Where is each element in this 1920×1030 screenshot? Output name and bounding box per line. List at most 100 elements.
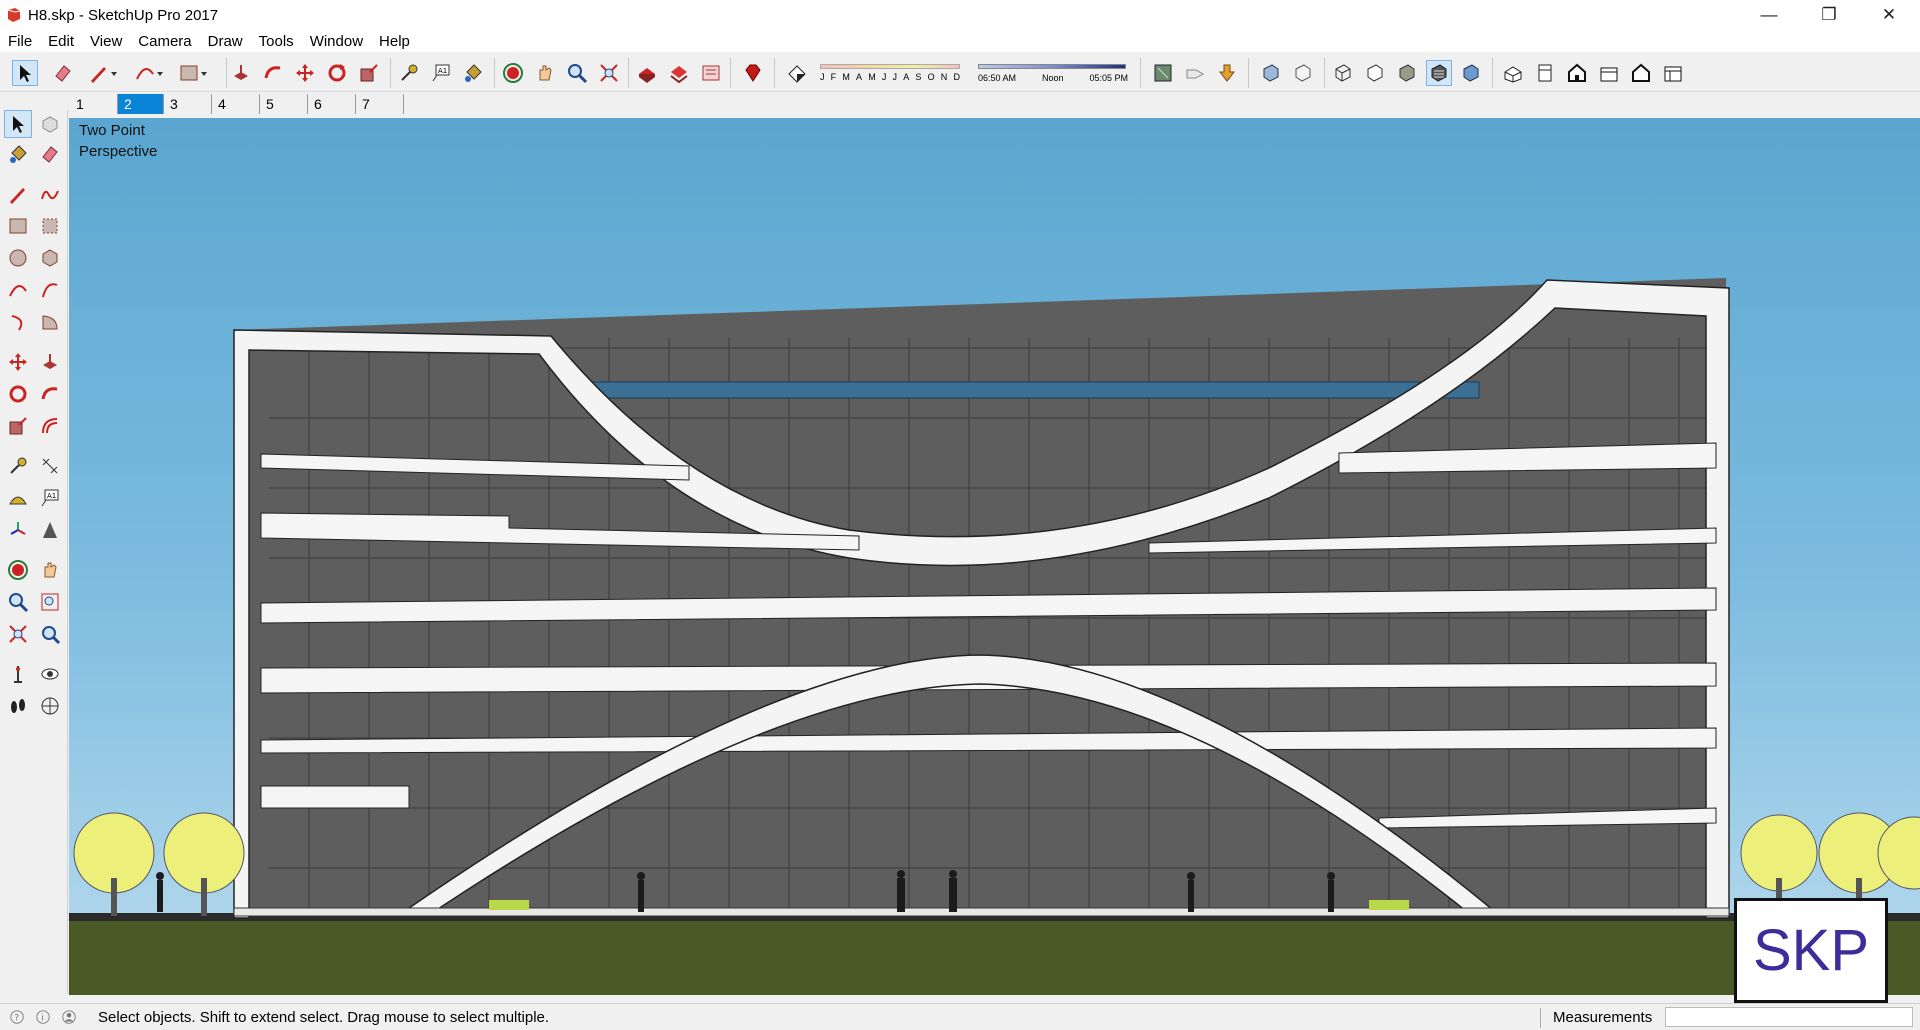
scale-icon[interactable] bbox=[4, 412, 32, 440]
scene-tab-7[interactable]: 7 bbox=[356, 94, 404, 114]
scene-tab-3[interactable]: 3 bbox=[164, 94, 212, 114]
rotated-rectangle-icon[interactable] bbox=[36, 212, 64, 240]
shaded-icon[interactable] bbox=[1394, 60, 1420, 86]
paint-bucket-icon[interactable] bbox=[4, 140, 32, 168]
tape-measure-icon[interactable] bbox=[396, 60, 422, 86]
minimize-button[interactable]: — bbox=[1740, 0, 1798, 30]
shadow-time-slider[interactable]: 06:50 AM Noon 05:05 PM bbox=[978, 60, 1128, 84]
pan-icon[interactable] bbox=[36, 556, 64, 584]
three-point-arc-icon[interactable] bbox=[4, 308, 32, 336]
wireframe-icon[interactable] bbox=[1330, 60, 1356, 86]
scene-tab-1[interactable]: 1 bbox=[70, 94, 118, 114]
pan-icon[interactable] bbox=[532, 60, 558, 86]
scale-icon[interactable] bbox=[356, 60, 382, 86]
menu-tools[interactable]: Tools bbox=[257, 33, 302, 50]
maximize-button[interactable]: ❐ bbox=[1800, 0, 1858, 30]
text-icon[interactable]: A1 bbox=[428, 60, 454, 86]
drawing-viewport[interactable]: Two Point Perspective bbox=[69, 118, 1920, 995]
two-point-arc-icon[interactable] bbox=[36, 276, 64, 304]
scene-tab-6[interactable]: 6 bbox=[308, 94, 356, 114]
previous-view-icon[interactable] bbox=[36, 620, 64, 648]
polygon-icon[interactable] bbox=[36, 244, 64, 272]
send-to-layout-icon[interactable] bbox=[698, 60, 724, 86]
move-icon[interactable] bbox=[4, 348, 32, 376]
orbit-icon[interactable] bbox=[500, 60, 526, 86]
tape-measure-icon[interactable] bbox=[4, 452, 32, 480]
back-edges-icon[interactable] bbox=[1290, 60, 1316, 86]
back-view-icon[interactable] bbox=[1628, 60, 1654, 86]
circle-icon[interactable] bbox=[4, 244, 32, 272]
offset-icon[interactable] bbox=[36, 412, 64, 440]
arc-dropdown-icon[interactable] bbox=[154, 60, 166, 86]
layers-icon[interactable] bbox=[1150, 60, 1176, 86]
menu-draw[interactable]: Draw bbox=[206, 33, 251, 50]
axes-icon[interactable] bbox=[4, 516, 32, 544]
walk-icon[interactable] bbox=[4, 692, 32, 720]
hidden-line-icon[interactable] bbox=[1362, 60, 1388, 86]
rectangle-icon[interactable] bbox=[4, 212, 32, 240]
push-pull-icon[interactable] bbox=[228, 60, 254, 86]
line-icon[interactable] bbox=[4, 180, 32, 208]
protractor-icon[interactable] bbox=[4, 484, 32, 512]
follow-me-icon[interactable] bbox=[260, 60, 286, 86]
push-pull-icon[interactable] bbox=[36, 348, 64, 376]
eraser-icon[interactable] bbox=[50, 60, 76, 86]
position-camera-icon[interactable] bbox=[4, 660, 32, 688]
orbit-icon[interactable] bbox=[4, 556, 32, 584]
left-view-icon[interactable] bbox=[1660, 60, 1686, 86]
eraser-icon[interactable] bbox=[36, 140, 64, 168]
shadow-icon[interactable] bbox=[784, 60, 810, 86]
extension-warehouse-icon[interactable] bbox=[666, 60, 692, 86]
rectangle-dropdown-icon[interactable] bbox=[198, 60, 210, 86]
scene-tab-5[interactable]: 5 bbox=[260, 94, 308, 114]
follow-me-icon[interactable] bbox=[36, 380, 64, 408]
text-icon[interactable]: A1 bbox=[36, 484, 64, 512]
zoom-window-icon[interactable] bbox=[36, 588, 64, 616]
user-account-icon[interactable] bbox=[60, 1008, 78, 1026]
shadow-date-track[interactable] bbox=[820, 64, 960, 69]
zoom-extents-icon[interactable] bbox=[596, 60, 622, 86]
shadow-date-slider[interactable]: J F M A M J J A S O N D bbox=[820, 60, 960, 84]
front-view-icon[interactable] bbox=[1564, 60, 1590, 86]
move-icon[interactable] bbox=[292, 60, 318, 86]
select-icon[interactable] bbox=[4, 110, 32, 138]
close-button[interactable]: ✕ bbox=[1860, 0, 1918, 30]
arc-icon[interactable] bbox=[4, 276, 32, 304]
pencil-dropdown-icon[interactable] bbox=[108, 60, 120, 86]
download-icon[interactable] bbox=[1214, 60, 1240, 86]
rotate-icon[interactable] bbox=[324, 60, 350, 86]
menu-camera[interactable]: Camera bbox=[136, 33, 199, 50]
ruby-icon[interactable] bbox=[740, 60, 766, 86]
look-around-icon[interactable] bbox=[36, 660, 64, 688]
shadow-time-track[interactable] bbox=[978, 64, 1126, 69]
scene-tab-2[interactable]: 2 bbox=[118, 94, 164, 114]
monochrome-icon[interactable] bbox=[1458, 60, 1484, 86]
pie-icon[interactable] bbox=[36, 308, 64, 336]
right-view-icon[interactable] bbox=[1596, 60, 1622, 86]
menu-file[interactable]: File bbox=[6, 33, 40, 50]
paint-bucket-icon[interactable] bbox=[460, 60, 486, 86]
make-component-icon[interactable] bbox=[36, 110, 64, 138]
scene-tab-4[interactable]: 4 bbox=[212, 94, 260, 114]
zoom-extents-icon[interactable] bbox=[4, 620, 32, 648]
zoom-icon[interactable] bbox=[564, 60, 590, 86]
top-view-icon[interactable] bbox=[1532, 60, 1558, 86]
select-icon[interactable] bbox=[12, 60, 38, 86]
warehouse-icon[interactable] bbox=[634, 60, 660, 86]
zoom-icon[interactable] bbox=[4, 588, 32, 616]
3d-text-icon[interactable] bbox=[36, 516, 64, 544]
tag-icon[interactable] bbox=[1182, 60, 1208, 86]
xray-icon[interactable] bbox=[1258, 60, 1284, 86]
geo-location-icon[interactable]: ? bbox=[8, 1008, 26, 1026]
credits-icon[interactable]: i bbox=[34, 1008, 52, 1026]
iso-icon[interactable] bbox=[1500, 60, 1526, 86]
menu-view[interactable]: View bbox=[88, 33, 130, 50]
dimension-icon[interactable] bbox=[36, 452, 64, 480]
section-plane-icon[interactable] bbox=[36, 692, 64, 720]
freehand-icon[interactable] bbox=[36, 180, 64, 208]
menu-help[interactable]: Help bbox=[377, 33, 418, 50]
menu-window[interactable]: Window bbox=[308, 33, 371, 50]
rotate-icon[interactable] bbox=[4, 380, 32, 408]
textured-icon[interactable] bbox=[1426, 60, 1452, 86]
menu-edit[interactable]: Edit bbox=[46, 33, 82, 50]
